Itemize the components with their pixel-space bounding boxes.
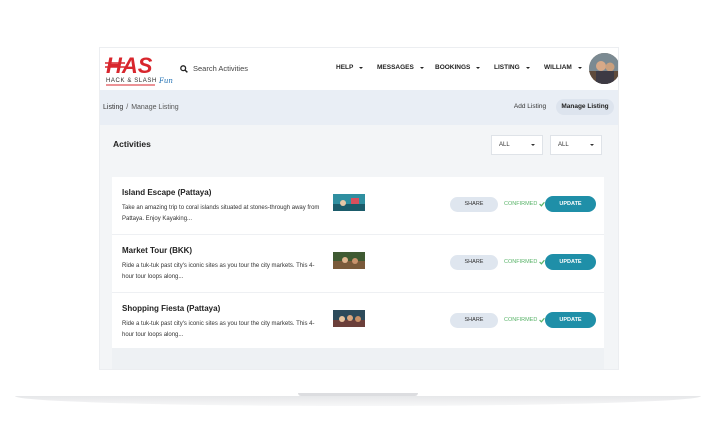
breadcrumb-listing[interactable]: Listing [103,104,123,111]
update-button[interactable]: UPDATE [545,196,596,212]
search-icon[interactable] [180,64,188,73]
top-navigation-bar: HAS HACK & SLASH Fun HELP MESSAGES BOOKI… [100,48,618,90]
listing-description: Ride a tuk-tuk past city's iconic sites … [122,263,315,280]
chevron-down-icon [359,66,364,69]
breadcrumb: Listing / Manage Listing [103,104,179,111]
listing-row: Island Escape (Pattaya) Take an amazing … [112,177,604,235]
listing-description: Ride a tuk-tuk past city's iconic sites … [122,321,315,338]
filter-select-2-value: ALL [558,142,569,148]
filter-select-1[interactable]: ALL [491,135,543,155]
manage-listing-tab[interactable]: Manage Listing [556,99,614,115]
avatar[interactable] [589,53,618,84]
logo-subtext: HACK & SLASH [106,78,157,84]
filter-select-1-value: ALL [499,142,510,148]
add-listing-tab[interactable]: Add Listing [508,99,552,115]
listing-thumbnail [333,252,365,269]
nav-bookings-label: BOOKINGS [435,64,471,71]
status-label: CONFIRMED [504,201,538,207]
status-label: CONFIRMED [504,259,538,265]
panel-title: Activities [113,139,151,149]
chevron-down-icon [531,144,535,146]
activities-panel-header: Activities ALL ALL [112,125,604,165]
chevron-down-icon [590,144,594,146]
chevron-down-icon [419,66,424,69]
listing-title[interactable]: Island Escape (Pattaya) [122,188,211,197]
next-row-placeholder [112,348,604,369]
listing-row: Market Tour (BKK) Ride a tuk-tuk past ci… [112,235,604,293]
listing-row: Shopping Fiesta (Pattaya) Ride a tuk-tuk… [112,293,604,350]
nav-user-menu[interactable]: WILLIAM [544,64,582,71]
user-photo [589,53,618,84]
share-button[interactable]: SHARE [450,255,498,270]
sub-navigation-bar: Listing / Manage Listing Add Listing Man… [100,90,618,125]
listing-thumbnail [333,194,365,211]
nav-messages-label: MESSAGES [377,64,414,71]
search-bar[interactable] [180,64,273,73]
breadcrumb-separator: / [126,104,129,111]
status-badge: CONFIRMED [504,259,546,265]
nav-help[interactable]: HELP [336,64,364,71]
share-button[interactable]: SHARE [450,313,498,328]
filter-select-2[interactable]: ALL [550,135,602,155]
nav-user-label: WILLIAM [544,64,572,71]
nav-bookings[interactable]: BOOKINGS [435,64,481,71]
listing-title[interactable]: Shopping Fiesta (Pattaya) [122,304,220,313]
status-label: CONFIRMED [504,317,538,323]
status-badge: CONFIRMED [504,201,546,207]
logo-text: HAS [106,53,153,78]
chevron-down-icon [525,66,530,69]
nav-help-label: HELP [336,64,354,71]
chevron-down-icon [476,66,481,69]
hack-and-slash-logo[interactable]: HAS HACK & SLASH Fun [103,52,179,88]
chevron-down-icon [577,66,582,69]
nav-listing-label: LISTING [494,64,520,71]
listing-list: Island Escape (Pattaya) Take an amazing … [112,177,604,350]
nav-listing[interactable]: LISTING [494,64,530,71]
laptop-base [15,396,701,406]
logo-script-text: Fun [158,77,173,85]
listing-thumbnail [333,310,365,327]
listing-description: Take an amazing trip to coral islands si… [122,205,320,222]
listing-title[interactable]: Market Tour (BKK) [122,246,192,255]
update-button[interactable]: UPDATE [545,254,596,270]
status-badge: CONFIRMED [504,317,546,323]
app-screen: HAS HACK & SLASH Fun HELP MESSAGES BOOKI… [100,48,618,369]
update-button[interactable]: UPDATE [545,312,596,328]
breadcrumb-current: Manage Listing [131,104,179,111]
search-input[interactable] [193,64,273,73]
share-button[interactable]: SHARE [450,197,498,212]
nav-messages[interactable]: MESSAGES [377,64,424,71]
